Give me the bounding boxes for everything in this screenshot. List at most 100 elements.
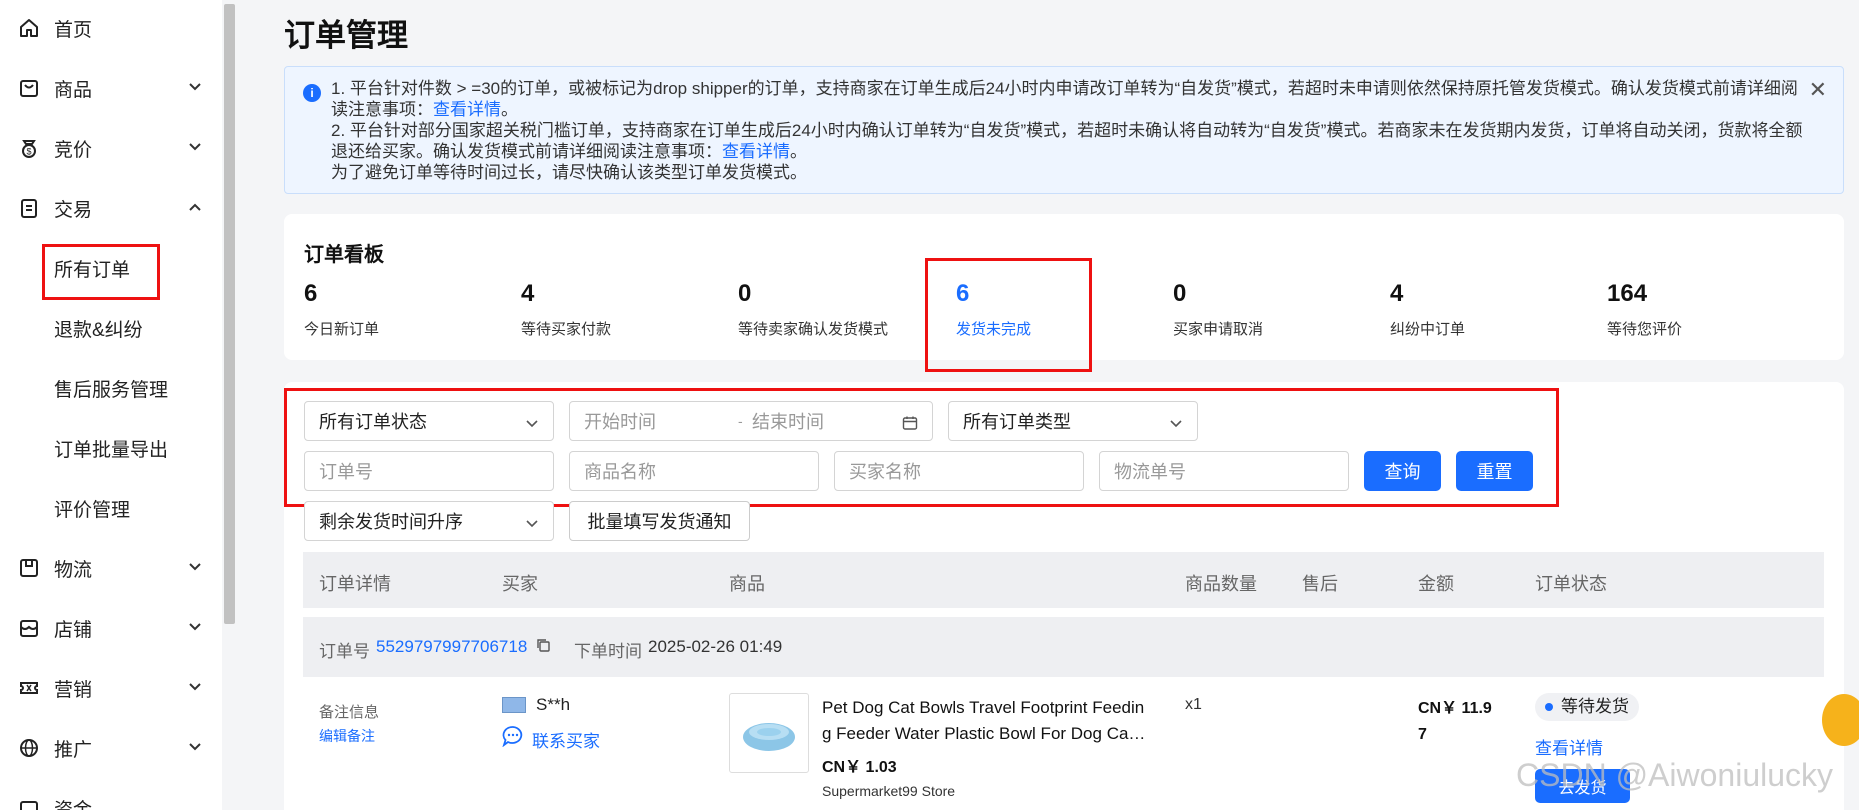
col-product: 商品 (729, 574, 765, 594)
order-type-select[interactable]: 所有订单类型 (948, 401, 1198, 441)
buyer-name: S**h (536, 695, 571, 714)
start-time-input[interactable]: 开始时间 (584, 408, 738, 434)
product-image[interactable] (729, 693, 809, 773)
sidebar-item-promotion[interactable]: 推广 (0, 728, 222, 768)
page-title: 订单管理 (284, 18, 408, 53)
order-amount: CN￥ 11.9 7 (1418, 700, 1492, 743)
chevron-down-icon (188, 560, 202, 579)
sidebar-item-funds[interactable]: 资金 (0, 788, 222, 810)
date-range-picker[interactable]: 开始时间 - 结束时间 (569, 401, 933, 441)
batch-ship-notify-button[interactable]: 批量填写发货通知 (569, 501, 750, 541)
col-quantity: 商品数量 (1185, 574, 1257, 594)
sidebar-item-label: 商品 (54, 79, 93, 101)
sidebar-item-bidding[interactable]: $ 竞价 (0, 128, 222, 168)
stat-cancel-requests[interactable]: 0 买家申请取消 (1173, 280, 1373, 339)
chat-icon[interactable] (502, 725, 524, 752)
country-flag-icon (502, 697, 526, 713)
notice-detail-link-2[interactable]: 查看详情 (722, 142, 790, 161)
sidebar-sub-reviews[interactable]: 评价管理 (54, 488, 130, 528)
stat-awaiting-payment[interactable]: 4 等待买家付款 (521, 280, 721, 339)
board-title: 订单看板 (304, 244, 384, 266)
sidebar-sub-batch-export[interactable]: 订单批量导出 (54, 428, 168, 468)
chevron-down-icon (188, 140, 202, 159)
bidding-icon: $ (16, 135, 42, 161)
query-button[interactable]: 查询 (1364, 451, 1441, 491)
sort-select[interactable]: 剩余发货时间升序 (304, 501, 554, 541)
col-buyer: 买家 (502, 574, 538, 594)
col-after-sales: 售后 (1302, 574, 1338, 594)
note-label: 备注信息 (319, 704, 380, 721)
notice-text: 1. 平台针对件数 > =30的订单，或被标记为drop shipper的订单，… (331, 78, 1811, 183)
status-badge: 等待发货 (1535, 693, 1639, 721)
chevron-down-icon (1169, 415, 1183, 436)
order-status-select[interactable]: 所有订单状态 (304, 401, 554, 441)
sidebar: 首页 商品 $ 竞价 交易 所有订单 退款&纠纷 售后服务管理 订单批量导出 评… (0, 0, 222, 810)
end-time-input[interactable]: 结束时间 (752, 408, 824, 434)
sidebar-item-logistics[interactable]: 物流 (0, 548, 222, 588)
sidebar-item-marketing[interactable]: 营销 (0, 668, 222, 708)
reset-button[interactable]: 重置 (1456, 451, 1533, 491)
notice-banner: i 1. 平台针对件数 > =30的订单，或被标记为drop shipper的订… (284, 66, 1844, 194)
notice-line-2: 2. 平台针对部分国家超关税门槛订单，支持商家在订单生成后24小时内确认订单转为… (331, 121, 1803, 161)
order-time-label: 下单时间 (574, 642, 642, 661)
notice-line-3: 为了避免订单等待时间过长，请尽快确认该类型订单发货模式。 (331, 163, 807, 182)
stat-awaiting-review[interactable]: 164 等待您评价 (1607, 280, 1807, 339)
table-header: 订单详情 买家 商品 商品数量 售后 金额 订单状态 (303, 552, 1824, 608)
bag-icon (16, 75, 42, 101)
edit-note-link[interactable]: 编辑备注 (319, 726, 375, 746)
col-amount: 金额 (1418, 574, 1454, 594)
order-id-label: 订单号 (319, 642, 370, 661)
stat-disputes[interactable]: 4 纠纷中订单 (1390, 280, 1590, 339)
svg-text:$: $ (26, 147, 31, 157)
logistics-icon (16, 555, 42, 581)
sidebar-item-label: 推广 (54, 739, 93, 761)
order-header: 订单号 5529797997706718 下单时间 2025-02-26 01:… (303, 617, 1824, 677)
close-icon[interactable]: ✕ (1809, 77, 1827, 103)
sidebar-item-trade[interactable]: 交易 (0, 188, 222, 228)
tracking-number-input[interactable]: 物流单号 (1099, 451, 1349, 491)
sidebar-item-label: 物流 (54, 559, 93, 581)
sidebar-scrollbar[interactable] (224, 4, 235, 624)
status-dot-icon (1545, 703, 1553, 711)
chevron-down-icon (188, 680, 202, 699)
sidebar-sub-refund-dispute[interactable]: 退款&纠纷 (54, 308, 143, 348)
stat-new-today[interactable]: 6 今日新订单 (304, 280, 504, 339)
notice-detail-link-1[interactable]: 查看详情 (433, 100, 501, 119)
quantity: x1 (1185, 696, 1202, 713)
order-number-input[interactable]: 订单号 (304, 451, 554, 491)
sidebar-item-label: 竞价 (54, 139, 93, 161)
copy-icon[interactable] (536, 638, 551, 658)
unit-price: CN￥ 1.03 (822, 759, 897, 776)
stat-awaiting-mode[interactable]: 0 等待卖家确认发货模式 (738, 280, 938, 339)
store-name: Supermarket99 Store (822, 783, 956, 799)
order-board: 订单看板 6 今日新订单 4 等待买家付款 0 等待卖家确认发货模式 6 发货未完成 0… (284, 214, 1844, 360)
sidebar-sub-all-orders[interactable]: 所有订单 (54, 248, 130, 288)
sidebar-item-label: 资金 (54, 799, 93, 810)
order-id[interactable]: 5529797997706718 (376, 637, 527, 657)
chevron-up-icon (188, 200, 202, 219)
globe-icon (16, 735, 42, 761)
chevron-down-icon (188, 80, 202, 99)
chevron-down-icon (188, 620, 202, 639)
buyer-name-input[interactable]: 买家名称 (834, 451, 1084, 491)
watermark: CSDN @Aiwoniulucky (1516, 757, 1834, 793)
product-title[interactable]: Pet Dog Cat Bowls Travel Footprint Feedi… (822, 695, 1162, 747)
sidebar-item-label: 交易 (54, 199, 93, 221)
col-order-status: 订单状态 (1535, 574, 1607, 594)
stat-shipment-incomplete[interactable]: 6 发货未完成 (956, 280, 1156, 339)
sidebar-item-products[interactable]: 商品 (0, 68, 222, 108)
range-separator: - (738, 413, 743, 429)
view-detail-link[interactable]: 查看详情 (1535, 734, 1603, 759)
sidebar-sub-after-sales[interactable]: 售后服务管理 (54, 368, 168, 408)
sidebar-item-store[interactable]: 店铺 (0, 608, 222, 648)
assistant-mascot-icon[interactable] (1822, 694, 1859, 746)
contact-buyer-link[interactable]: 联系买家 (532, 727, 600, 752)
clipboard-icon (16, 195, 42, 221)
col-order-detail: 订单详情 (319, 574, 391, 594)
sidebar-item-label: 店铺 (54, 619, 93, 641)
calendar-icon (902, 415, 918, 436)
sidebar-item-home[interactable]: 首页 (0, 8, 222, 48)
product-name-input[interactable]: 商品名称 (569, 451, 819, 491)
store-icon (16, 615, 42, 641)
sidebar-item-label: 营销 (54, 679, 93, 701)
